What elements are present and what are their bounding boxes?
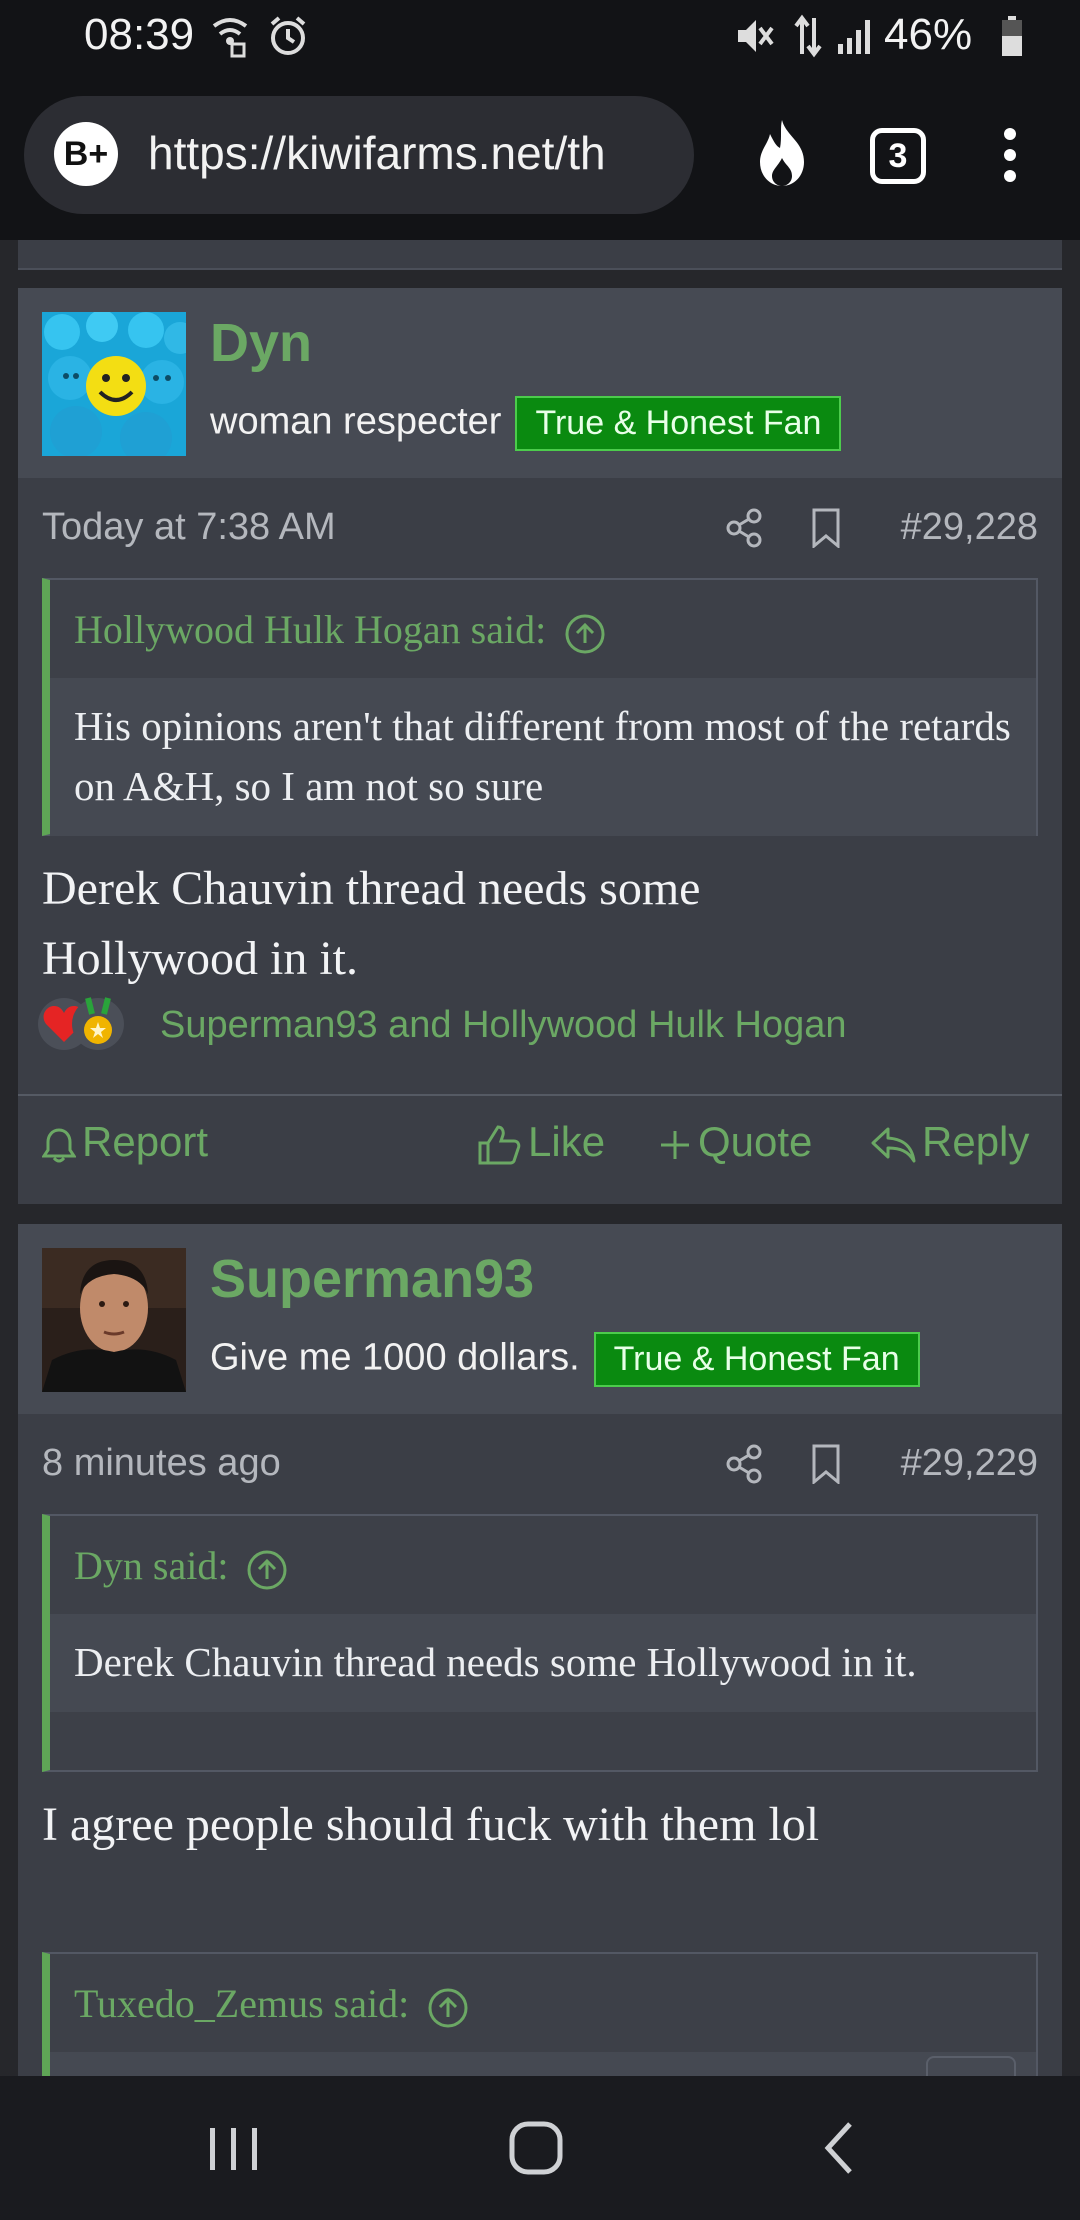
back-icon[interactable] (820, 2120, 860, 2176)
quote-button[interactable]: Quote (658, 1118, 812, 1166)
reactions-bar[interactable]: Superman93 and Hollywood Hulk Hogan (36, 994, 847, 1064)
post-meta: Today at 7:38 AM #29,228 (18, 478, 1062, 578)
menu-more-icon[interactable] (1004, 128, 1018, 191)
post-body: Derek Chauvin thread needs some Hollywoo… (42, 854, 700, 994)
fire-icon[interactable] (752, 118, 812, 188)
thread-content: Dyn woman respecter True & Honest Fan Tod… (0, 240, 1080, 2076)
status-bar: 08:39 46% (0, 0, 1080, 74)
share-icon[interactable] (724, 1444, 764, 1484)
user-title-line: Give me 1000 dollars. True & Honest Fan (210, 1332, 920, 1387)
quote-text: Derek Chauvin thread needs some Hollywoo… (50, 1614, 1036, 1712)
alarm-icon (270, 16, 306, 55)
avatar[interactable] (42, 312, 186, 456)
reply-button[interactable]: Reply (870, 1118, 1029, 1166)
jump-up-icon[interactable] (246, 1549, 288, 1591)
browser-logo-icon: B+ (54, 122, 118, 186)
quote-author[interactable]: Hollywood Hulk Hogan said: (74, 606, 606, 655)
username[interactable]: Dyn (210, 312, 312, 374)
like-button[interactable]: Like (476, 1118, 605, 1167)
quote-text (50, 2052, 1036, 2076)
plus-icon (661, 1130, 689, 1159)
battery-percent: 46% (884, 10, 973, 59)
wifi-call-icon (212, 18, 248, 58)
quote-block: Hollywood Hulk Hogan said: His opinions … (42, 578, 1038, 836)
jump-up-icon[interactable] (564, 613, 606, 655)
user-title: woman respecter (210, 400, 502, 443)
android-nav-bar (0, 2076, 1080, 2220)
post-user-header: Dyn woman respecter True & Honest Fan (18, 288, 1062, 478)
reaction-users[interactable]: Superman93 and Hollywood Hulk Hogan (160, 1004, 847, 1047)
battery-icon (1002, 16, 1022, 56)
expand-button[interactable] (926, 2056, 1016, 2076)
post-user-header: Superman93 Give me 1000 dollars. True & H… (18, 1224, 1062, 1414)
reaction-icons (38, 997, 124, 1050)
quote-author[interactable]: Dyn said: (74, 1542, 288, 1591)
user-title: Give me 1000 dollars. (210, 1336, 580, 1379)
tab-switcher-button[interactable]: 3 (870, 128, 926, 184)
post-29228: Dyn woman respecter True & Honest Fan Tod… (18, 288, 1062, 1204)
user-title-line: woman respecter True & Honest Fan (210, 396, 842, 451)
browser-toolbar: B+ https://kiwifarms.net/th 3 (0, 74, 1080, 240)
url-text[interactable]: https://kiwifarms.net/th (148, 126, 678, 180)
quote-author[interactable]: Tuxedo_Zemus said: (74, 1980, 469, 2029)
quote-text: His opinions aren't that different from … (50, 678, 1036, 836)
user-badge: True & Honest Fan (593, 1332, 920, 1387)
mute-icon (738, 20, 774, 52)
quote-header[interactable]: Dyn said: (50, 1516, 1036, 1614)
post-actions: Report Like Quote Reply (18, 1094, 1062, 1206)
user-badge: True & Honest Fan (515, 396, 842, 451)
post-body-line: Derek Chauvin thread needs some (42, 862, 701, 915)
bookmark-icon[interactable] (810, 1444, 842, 1484)
home-icon[interactable] (508, 2120, 564, 2176)
quote-block: Tuxedo_Zemus said: (42, 1952, 1038, 2076)
username[interactable]: Superman93 (210, 1248, 534, 1310)
post-number[interactable]: #29,228 (901, 506, 1038, 549)
status-time: 08:39 (84, 10, 195, 59)
signal-icon (838, 20, 870, 54)
previous-post-edge (18, 240, 1062, 270)
url-bar[interactable]: B+ https://kiwifarms.net/th (24, 96, 694, 214)
post-number[interactable]: #29,229 (901, 1442, 1038, 1485)
post-time[interactable]: Today at 7:38 AM (42, 506, 336, 549)
reply-icon (871, 1127, 916, 1163)
jump-up-icon[interactable] (427, 1987, 469, 2029)
recent-apps-icon[interactable] (206, 2124, 262, 2174)
post-time[interactable]: 8 minutes ago (42, 1442, 281, 1485)
bell-icon (41, 1128, 77, 1163)
post-meta: 8 minutes ago #29,229 (18, 1414, 1062, 1514)
thumbs-up-icon (478, 1125, 521, 1165)
share-icon[interactable] (724, 508, 764, 548)
post-29229: Superman93 Give me 1000 dollars. True & H… (18, 1224, 1062, 2076)
avatar[interactable] (42, 1248, 186, 1392)
bookmark-icon[interactable] (810, 508, 842, 548)
quote-block: Dyn said: Derek Chauvin thread needs som… (42, 1514, 1038, 1772)
quote-header[interactable]: Hollywood Hulk Hogan said: (50, 580, 1036, 678)
report-button[interactable]: Report (41, 1118, 208, 1166)
data-transfer-icon (794, 14, 822, 58)
post-body: I agree people should fuck with them lol (42, 1798, 820, 1851)
post-body-line: Hollywood in it. (42, 932, 359, 985)
quote-header[interactable]: Tuxedo_Zemus said: (50, 1954, 1036, 2052)
